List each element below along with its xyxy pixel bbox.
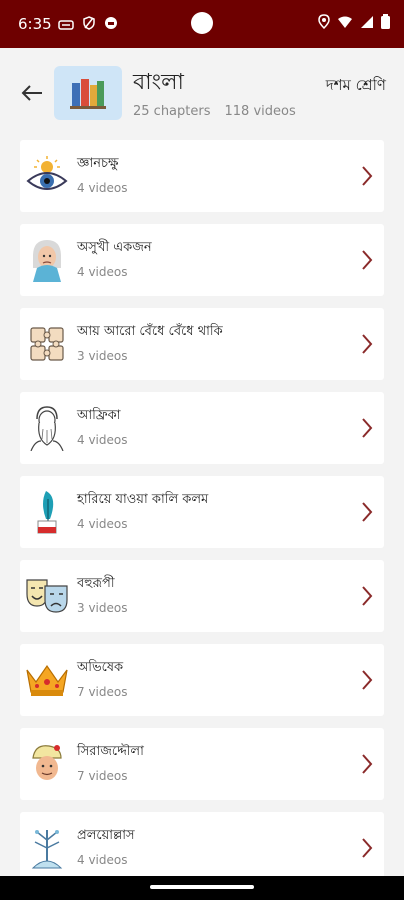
chapter-title: হারিয়ে যাওয়া কালি কলম: [77, 492, 209, 507]
chevron-right-icon: [362, 166, 373, 186]
chapter-item[interactable]: জ্ঞানচক্ষু 4 videos: [20, 140, 384, 212]
chapter-item[interactable]: অভিষেক 7 videos: [20, 644, 384, 716]
video-count: 118 videos: [224, 104, 296, 119]
cosmic-tree-icon: [25, 824, 69, 872]
chevron-right-icon: [362, 502, 373, 522]
puzzle-icon: [25, 320, 69, 368]
chapter-video-count: 7 videos: [77, 769, 128, 783]
subject-meta: 25 chapters 118 videos: [133, 104, 296, 119]
battery-icon: [381, 14, 390, 33]
notification-box-icon: [58, 15, 74, 34]
system-nav-bar: [0, 876, 404, 900]
chapter-video-count: 4 videos: [77, 517, 128, 531]
theater-masks-icon: [25, 572, 69, 620]
location-icon: [318, 14, 330, 33]
chapter-video-count: 3 videos: [77, 349, 128, 363]
chevron-right-icon: [362, 838, 373, 858]
chapter-item[interactable]: আয় আরো বেঁধে বেঁধে থাকি 3 videos: [20, 308, 384, 380]
app-circle-icon: [104, 15, 118, 34]
chevron-right-icon: [362, 250, 373, 270]
chapter-video-count: 4 videos: [77, 433, 128, 447]
class-label[interactable]: দশম শ্রেণি: [326, 74, 386, 99]
chapter-video-count: 3 videos: [77, 601, 128, 615]
chapter-title: সিরাজদ্দৌলা: [77, 744, 144, 759]
chapter-item[interactable]: হারিয়ে যাওয়া কালি কলম 4 videos: [20, 476, 384, 548]
chapter-title: বহুরূপী: [77, 576, 115, 591]
chapter-title: আফ্রিকা: [77, 408, 121, 423]
chevron-right-icon: [362, 334, 373, 354]
bearded-man-icon: [25, 404, 69, 452]
chapter-title: অসুখী একজন: [77, 240, 152, 255]
status-time: 6:35: [18, 15, 52, 33]
chapter-video-count: 4 videos: [77, 181, 128, 195]
chapter-list: জ্ঞানচক্ষু 4 videos অসুখী একজন 4 videos: [20, 140, 384, 896]
crown-icon: [25, 656, 69, 704]
subject-thumbnail: [54, 66, 122, 120]
subject-header: বাংলা 25 chapters 118 videos দশম শ্রেণি: [0, 48, 404, 134]
chapter-title: প্রলয়োল্লাস: [77, 828, 135, 843]
chevron-right-icon: [362, 418, 373, 438]
status-bar: 6:35: [0, 0, 404, 48]
chapter-video-count: 4 videos: [77, 853, 128, 867]
books-icon: [70, 79, 106, 109]
chapter-item[interactable]: আফ্রিকা 4 videos: [20, 392, 384, 464]
chevron-right-icon: [362, 754, 373, 774]
quill-ink-icon: [25, 488, 69, 536]
chapter-item[interactable]: অসুখী একজন 4 videos: [20, 224, 384, 296]
wifi-icon: [337, 14, 353, 33]
chapter-item[interactable]: প্রলয়োল্লাস 4 videos: [20, 812, 384, 884]
home-gesture-handle[interactable]: [150, 885, 254, 889]
chevron-right-icon: [362, 586, 373, 606]
eye-icon: [25, 152, 69, 200]
chapter-count: 25 chapters: [133, 104, 211, 119]
chapter-video-count: 4 videos: [77, 265, 128, 279]
camera-cutout: [191, 12, 213, 34]
chapter-item[interactable]: বহুরূপী 3 videos: [20, 560, 384, 632]
old-woman-icon: [25, 236, 69, 284]
back-button[interactable]: [14, 78, 50, 108]
shield-icon: [82, 15, 96, 34]
chevron-right-icon: [362, 670, 373, 690]
chapter-title: আয় আরো বেঁধে বেঁধে থাকি: [77, 324, 223, 339]
back-arrow-icon: [21, 85, 42, 101]
chapter-item[interactable]: সিরাজদ্দৌলা 7 videos: [20, 728, 384, 800]
signal-icon: [360, 14, 374, 33]
chapter-title: জ্ঞানচক্ষু: [77, 156, 119, 171]
chapter-video-count: 7 videos: [77, 685, 128, 699]
chapter-title: অভিষেক: [77, 660, 124, 675]
subject-title: বাংলা: [133, 70, 184, 95]
nawab-icon: [25, 740, 69, 788]
